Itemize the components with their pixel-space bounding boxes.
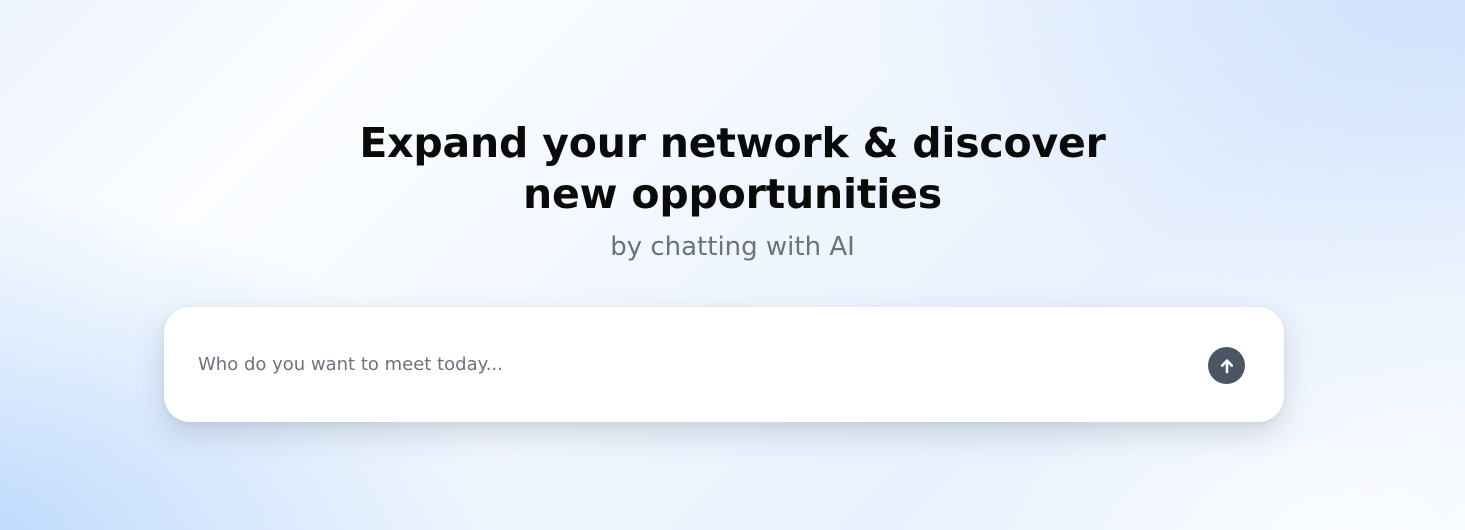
send-button[interactable] — [1208, 347, 1245, 384]
headline-line-2: new opportunities — [523, 170, 942, 218]
page-title: Expand your network & discover new oppor… — [353, 118, 1113, 220]
page-subtitle: by chatting with AI — [610, 232, 855, 262]
prompt-box — [164, 307, 1284, 422]
arrow-up-icon — [1220, 358, 1233, 373]
hero: Expand your network & discover new oppor… — [0, 118, 1465, 264]
prompt-input[interactable] — [198, 345, 1178, 383]
headline-line-1: Expand your network & discover — [359, 119, 1106, 167]
